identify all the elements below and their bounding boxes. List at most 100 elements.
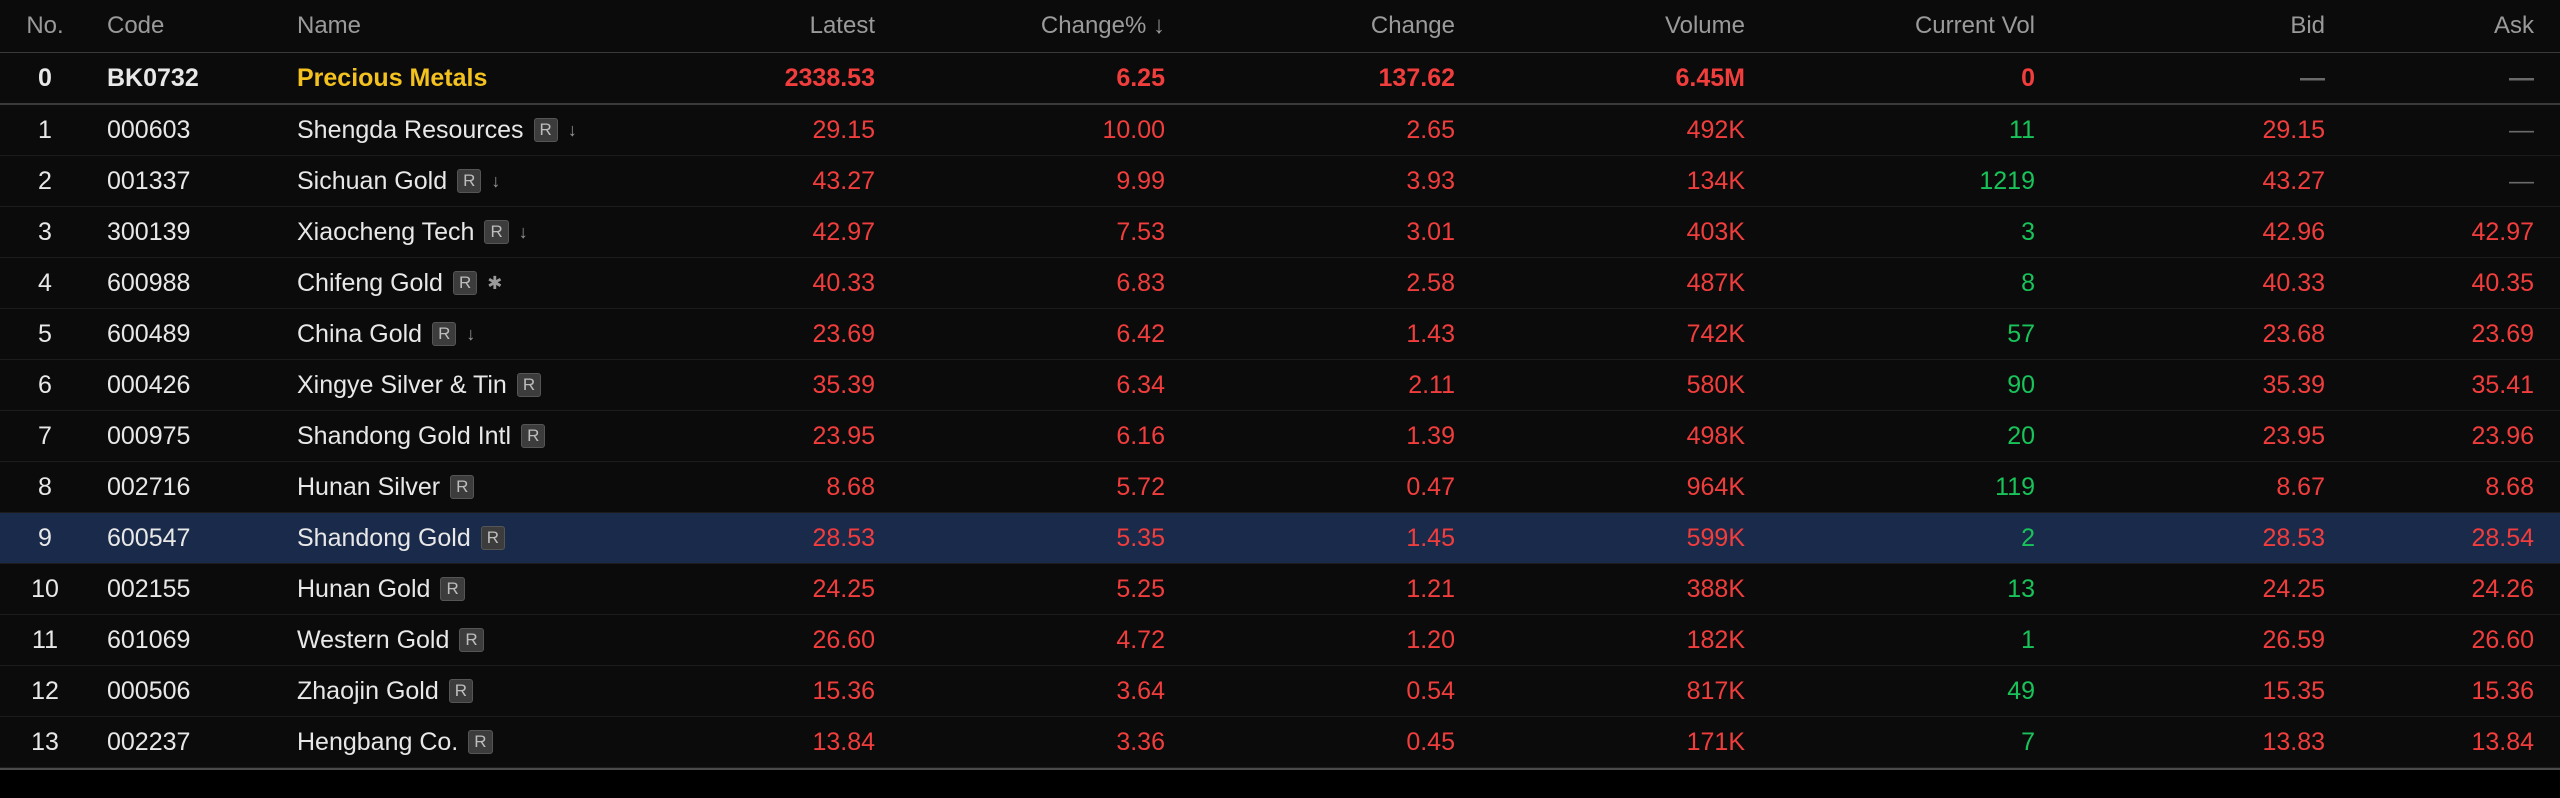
row-change: 1.39 [1406, 421, 1455, 450]
row-name: Hengbang Co. [297, 727, 459, 756]
margin-badge: R [516, 373, 542, 397]
sector-row[interactable]: 0 BK0732 Precious Metals 2338.53 6.25 13… [0, 53, 2560, 105]
margin-badge: R [432, 322, 457, 346]
row-no: 2 [38, 166, 52, 195]
stock-rows: 1 000603 Shengda Resources R ↓ 29.15 10.00 2.65… [0, 105, 2560, 768]
row-ask: 24.26 [2471, 574, 2534, 603]
row-bid: 29.15 [2262, 115, 2325, 144]
header-change-pct[interactable]: Change% ↓ [875, 12, 1165, 40]
table-row[interactable]: 5 600489 China Gold R ↓ 23.69 6.42 1.43 742K 57 23… [0, 309, 2560, 360]
row-bid: 23.68 [2262, 319, 2325, 348]
row-bid: 24.25 [2262, 574, 2325, 603]
row-current-vol: 20 [2007, 421, 2035, 450]
row-current-vol: 8 [2021, 268, 2035, 297]
row-ask: 15.36 [2471, 676, 2534, 705]
row-latest: 2338.53 [784, 63, 875, 92]
header-bid[interactable]: Bid [2035, 12, 2325, 40]
row-ask: 13.84 [2471, 727, 2534, 756]
row-current-vol: 49 [2007, 676, 2035, 705]
row-no: 8 [38, 472, 52, 501]
margin-badge: R [450, 475, 475, 499]
header-ask[interactable]: Ask [2325, 12, 2550, 40]
header-no[interactable]: No. [0, 12, 90, 40]
row-change-pct: 6.42 [1116, 319, 1165, 348]
row-no: 6 [38, 370, 52, 399]
table-row[interactable]: 6 000426 Xingye Silver & Tin R 35.39 6.34 2.11… [0, 360, 2560, 411]
row-name: Xingye Silver & Tin [297, 370, 507, 399]
stock-list-table: No. Code Name Latest Change% ↓ Change Vo… [0, 0, 2560, 768]
margin-badge: R [480, 526, 506, 550]
row-change-pct: 7.53 [1116, 217, 1165, 246]
row-no: 10 [31, 574, 59, 603]
row-name: China Gold [297, 319, 423, 348]
row-name-cell: Xingye Silver & Tin R [280, 371, 670, 400]
down-arrow-icon: ↓ [518, 221, 528, 242]
row-change-pct: 5.35 [1116, 523, 1165, 552]
table-row[interactable]: 4 600988 Chifeng Gold R ✱ 40.33 6.83 2.58 487K 8 4… [0, 258, 2560, 309]
row-code: 002716 [107, 472, 191, 501]
row-code: 600988 [107, 268, 191, 297]
row-change: 2.65 [1406, 115, 1455, 144]
row-no: 13 [31, 727, 59, 756]
header-change[interactable]: Change [1165, 12, 1455, 40]
row-change: 0.45 [1406, 727, 1455, 756]
table-row[interactable]: 10 002155 Hunan Gold R 24.25 5.25 1.21 388K 13 24… [0, 564, 2560, 615]
row-latest: 13.84 [812, 727, 875, 756]
row-ask: 28.54 [2471, 523, 2534, 552]
asterisk-icon: ✱ [487, 272, 503, 293]
row-name-cell: Zhaojin Gold R [280, 677, 670, 706]
table-row[interactable]: 7 000975 Shandong Gold Intl R 23.95 6.16 1.39 4… [0, 411, 2560, 462]
row-name-cell: Chifeng Gold R ✱ [280, 269, 670, 298]
margin-badge: R [533, 118, 558, 142]
margin-badge: R [484, 220, 509, 244]
row-volume: 817K [1686, 676, 1745, 705]
table-row[interactable]: 12 000506 Zhaojin Gold R 15.36 3.64 0.54 817K 49… [0, 666, 2560, 717]
row-change-pct: 6.34 [1116, 370, 1165, 399]
row-current-vol: 3 [2021, 217, 2035, 246]
header-volume[interactable]: Volume [1455, 12, 1745, 40]
row-change-pct: 3.64 [1116, 676, 1165, 705]
header-latest[interactable]: Latest [670, 12, 875, 40]
row-name: Shandong Gold Intl [297, 421, 512, 450]
row-no: 0 [38, 63, 52, 92]
row-current-vol: 13 [2007, 574, 2035, 603]
row-no: 9 [38, 523, 52, 552]
row-name-cell: Hunan Silver R [280, 473, 670, 502]
row-current-vol: 1219 [1979, 166, 2035, 195]
row-latest: 43.27 [812, 166, 875, 195]
row-change: 1.45 [1406, 523, 1455, 552]
header-code[interactable]: Code [90, 12, 280, 40]
row-ask: 8.68 [2485, 472, 2534, 501]
table-row[interactable]: 8 002716 Hunan Silver R 8.68 5.72 0.47 964K 119 8… [0, 462, 2560, 513]
table-row[interactable]: 11 601069 Western Gold R 26.60 4.72 1.20 182K 1 2… [0, 615, 2560, 666]
margin-badge: R [468, 730, 493, 754]
row-name: Sichuan Gold [297, 166, 448, 195]
row-change-pct: 6.83 [1116, 268, 1165, 297]
table-row[interactable]: 9 600547 Shandong Gold R 28.53 5.35 1.45 599K 2 2… [0, 513, 2560, 564]
table-row[interactable]: 13 002237 Hengbang Co. R 13.84 3.36 0.45 171K 7 1… [0, 717, 2560, 768]
header-name[interactable]: Name [280, 12, 670, 40]
row-ask: — [2509, 115, 2534, 144]
margin-badge: R [440, 577, 465, 601]
row-name-cell: Hengbang Co. R [280, 728, 670, 757]
row-ask: 40.35 [2471, 268, 2534, 297]
row-bid: 42.96 [2262, 217, 2325, 246]
margin-badge: R [457, 169, 482, 193]
row-code: 300139 [107, 217, 191, 246]
row-volume: 580K [1686, 370, 1745, 399]
table-row[interactable]: 1 000603 Shengda Resources R ↓ 29.15 10.00 2.65… [0, 105, 2560, 156]
down-arrow-icon: ↓ [491, 170, 501, 191]
row-name: Shengda Resources [297, 115, 524, 144]
row-volume: 742K [1686, 319, 1745, 348]
row-name-cell: Shandong Gold R [280, 524, 670, 553]
header-current-vol[interactable]: Current Vol [1745, 12, 2035, 40]
table-row[interactable]: 2 001337 Sichuan Gold R ↓ 43.27 9.99 3.93 134K 12… [0, 156, 2560, 207]
row-change-pct: 4.72 [1116, 625, 1165, 654]
row-code: 601069 [107, 625, 191, 654]
row-code: 002155 [107, 574, 191, 603]
row-bid: 28.53 [2262, 523, 2325, 552]
down-arrow-icon: ↓ [466, 323, 476, 344]
table-row[interactable]: 3 300139 Xiaocheng Tech R ↓ 42.97 7.53 3.01 403K… [0, 207, 2560, 258]
margin-badge: R [452, 271, 478, 295]
row-change-pct: 5.25 [1116, 574, 1165, 603]
